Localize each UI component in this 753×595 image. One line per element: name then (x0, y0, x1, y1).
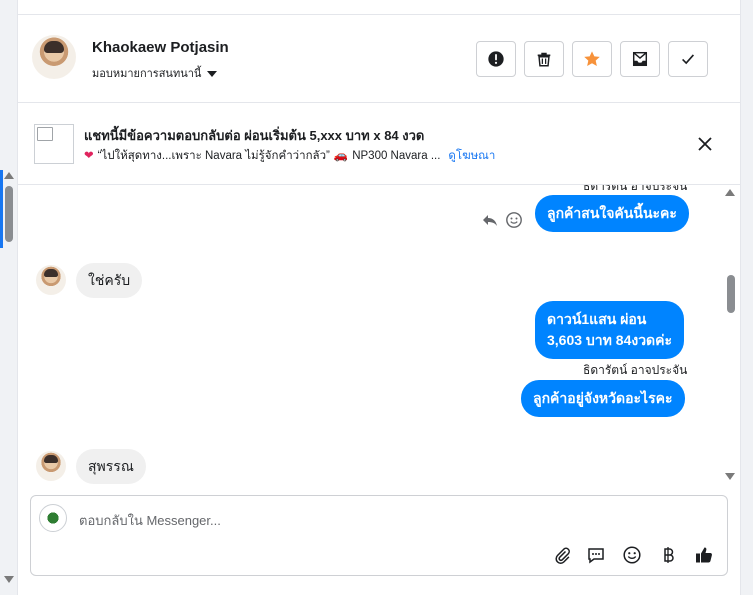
scroll-down-arrow-icon[interactable] (4, 576, 14, 583)
right-edge (740, 0, 753, 595)
reply-input[interactable] (79, 510, 699, 530)
assign-label: มอบหมายการสนทนานี้ (92, 68, 202, 80)
ad-title: แชทนี้มีข้อความตอบกลับต่อ ผ่อนเริ่มต้น 5… (84, 128, 425, 143)
message-line: 3,603 บาท 84งวดค่ะ (547, 332, 673, 348)
contact-avatar-small (36, 451, 66, 481)
outgoing-message[interactable]: ลูกค้าสนใจคันนี้นะคะ (535, 195, 689, 232)
outgoing-message[interactable]: ดาวน์1แสน ผ่อน 3,603 บาท 84งวดค่ะ (535, 301, 685, 359)
ad-product-text: NP300 Navara ... (352, 150, 441, 162)
mark-unread-button[interactable] (620, 41, 660, 77)
heart-icon: ❤ (84, 150, 94, 162)
left-scroll-thumb[interactable] (5, 186, 13, 242)
saved-replies-button[interactable] (585, 544, 607, 566)
ad-context-banner: แชทนี้มีข้อความตอบกลับต่อ ผ่อนเริ่มต้น 5… (18, 103, 740, 185)
ad-thumbnail-image[interactable] (34, 124, 74, 164)
saved-replies-icon (588, 548, 604, 564)
active-indicator (0, 170, 3, 248)
message-sender-label: ธิดารัตน์ อาจประจัน (583, 363, 688, 377)
close-icon[interactable] (694, 133, 716, 155)
star-icon (584, 51, 600, 67)
view-ad-link[interactable]: ดูโฆษณา (448, 150, 495, 162)
contact-avatar-small (36, 265, 66, 295)
incoming-message[interactable]: สุพรรณ (76, 449, 146, 484)
alert-circle-icon (488, 51, 504, 67)
message-thread[interactable]: ธิดารัตน์ อาจประจัน ลูกค้าสนใจคันนี้นะคะ… (18, 185, 740, 490)
thumbs-up-icon (696, 547, 712, 563)
conversation-panel: Khaokaew Potjasin มอบหมายการสนทนานี้ แชท… (18, 14, 740, 595)
thread-scroll-thumb[interactable] (727, 275, 735, 313)
ad-subtitle-text: “ไปให้สุดทาง...เพราะ Navara ไม่รู้จักคำว… (97, 150, 330, 162)
baht-payment-icon (664, 547, 674, 563)
reply-icon[interactable] (481, 211, 499, 229)
left-scrollbar[interactable] (0, 0, 18, 595)
assign-conversation-dropdown[interactable]: มอบหมายการสนทนานี้ (92, 64, 218, 82)
emoji-button[interactable] (621, 544, 643, 566)
mark-spam-button[interactable] (476, 41, 516, 77)
thread-scroll-up-icon[interactable] (725, 189, 735, 196)
react-emoji-icon[interactable] (505, 211, 523, 229)
contact-avatar[interactable] (32, 35, 76, 79)
message-composer (30, 495, 728, 576)
outgoing-message[interactable]: ลูกค้าอยู่จังหวัดอะไรคะ (521, 380, 685, 417)
mark-done-button[interactable] (668, 41, 708, 77)
message-line: ดาวน์1แสน ผ่อน (547, 311, 647, 327)
envelope-icon (632, 51, 648, 67)
ad-subtitle: ❤ “ไปให้สุดทาง...เพราะ Navara ไม่รู้จักคำ… (84, 147, 495, 165)
star-button[interactable] (572, 41, 612, 77)
delete-button[interactable] (524, 41, 564, 77)
scroll-up-arrow-icon[interactable] (4, 172, 14, 179)
caret-down-icon (207, 71, 218, 78)
emoji-icon (623, 546, 641, 564)
incoming-message[interactable]: ใช่ครับ (76, 263, 143, 298)
conversation-header: Khaokaew Potjasin มอบหมายการสนทนานี้ (18, 15, 740, 103)
check-icon (682, 54, 695, 65)
top-strip (18, 0, 740, 14)
like-button[interactable] (693, 544, 715, 566)
payment-button[interactable] (657, 544, 679, 566)
attachment-icon (555, 547, 570, 564)
page-avatar (39, 504, 67, 532)
trash-icon (537, 52, 551, 67)
contact-name[interactable]: Khaokaew Potjasin (92, 39, 229, 56)
attachment-button[interactable] (551, 544, 573, 566)
car-icon: 🚗 (333, 150, 349, 162)
thread-scroll-down-icon[interactable] (725, 473, 735, 480)
